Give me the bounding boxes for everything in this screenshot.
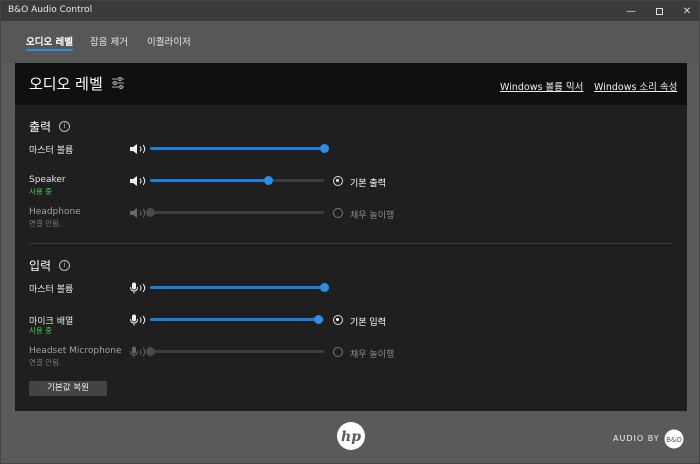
speaker-status: 사용 중 — [29, 187, 53, 196]
window-title: B&O Audio Control — [8, 5, 93, 15]
headphone-radio — [333, 208, 343, 218]
page-title: 오디오 레벨 — [29, 75, 103, 93]
microphone-icon[interactable] — [129, 314, 149, 326]
tab-equalizer[interactable]: 이퀄라이저 — [147, 34, 191, 48]
settings-sliders-icon[interactable] — [111, 76, 125, 90]
svg-text:B&O: B&O — [666, 436, 682, 444]
headset-mic-radio — [333, 347, 343, 357]
slider-thumb[interactable] — [319, 144, 329, 153]
reset-defaults-button[interactable]: 기본값 복원 — [29, 381, 107, 396]
slider-thumb — [145, 208, 155, 217]
tab-bar: 오디오 레벨 잡음 제거 이퀄라이저 — [1, 21, 699, 63]
mic-array-slider[interactable] — [150, 315, 324, 324]
close-button[interactable]: ✕ — [673, 1, 700, 21]
slider-fill — [150, 147, 324, 150]
speaker-volume-icon[interactable] — [129, 143, 149, 155]
headset-mic-label: Headset Microphone — [29, 346, 122, 356]
tab-noise-removal[interactable]: 잡음 제거 — [90, 34, 128, 48]
audio-by-label: AUDIO BY — [613, 434, 660, 443]
bang-olufsen-logo: B&O — [664, 429, 684, 449]
headphone-radio-label: 채우 놀이행 — [350, 211, 395, 221]
input-master-slider[interactable] — [150, 283, 329, 292]
default-input-label: 기본 입력 — [350, 318, 386, 328]
headset-mic-status: 연결 안됨. — [29, 358, 62, 367]
tab-audio-level[interactable]: 오디오 레벨 — [26, 34, 74, 51]
app-window: B&O Audio Control — ✕ 오디오 레벨 잡음 제거 이퀄라이저… — [0, 0, 700, 464]
headphone-label: Headphone — [29, 207, 81, 217]
slider-thumb[interactable] — [319, 283, 329, 292]
microphone-icon[interactable] — [129, 282, 149, 294]
output-master-slider[interactable] — [150, 144, 329, 153]
slider-fill — [150, 286, 324, 289]
sound-properties-link[interactable]: Windows 소리 속성 — [594, 79, 677, 93]
hp-logo: hp — [337, 422, 365, 450]
headphone-slider — [145, 208, 324, 217]
input-section-title: 입력 — [29, 259, 52, 273]
default-output-radio[interactable] — [333, 176, 343, 186]
headset-mic-slider — [145, 347, 324, 356]
slider-thumb[interactable] — [314, 315, 324, 324]
section-divider — [29, 243, 673, 244]
slider-fill — [150, 318, 319, 321]
slider-thumb[interactable] — [263, 176, 273, 185]
headphone-status: 연결 안됨. — [29, 219, 62, 228]
svg-text:hp: hp — [341, 429, 361, 445]
speaker-slider[interactable] — [150, 176, 324, 185]
audio-level-panel: 오디오 레벨 Windows 볼륨 믹서 Windows 소리 속성 출력 i … — [15, 63, 687, 411]
minimize-icon: — — [626, 5, 636, 17]
default-input-radio[interactable] — [333, 315, 343, 325]
volume-mixer-link[interactable]: Windows 볼륨 믹서 — [500, 79, 583, 93]
output-info-icon[interactable]: i — [59, 121, 70, 132]
close-icon: ✕ — [682, 5, 692, 17]
slider-thumb — [145, 347, 155, 356]
headset-mic-radio-label: 채우 놀이행 — [350, 350, 395, 360]
speaker-label: Speaker — [29, 175, 66, 185]
minimize-button[interactable]: — — [617, 1, 645, 21]
slider-fill — [150, 179, 269, 182]
mic-array-status: 사용 중 — [29, 326, 53, 335]
title-bar[interactable]: B&O Audio Control — ✕ — [1, 1, 699, 21]
maximize-icon — [655, 7, 663, 15]
output-section-title: 출력 — [29, 120, 52, 134]
input-info-icon[interactable]: i — [59, 260, 70, 271]
input-master-label: 마스터 볼륨 — [29, 285, 74, 295]
default-output-label: 기본 출력 — [350, 179, 386, 189]
panel-header: 오디오 레벨 Windows 볼륨 믹서 Windows 소리 속성 — [15, 63, 687, 105]
output-master-label: 마스터 볼륨 — [29, 146, 74, 156]
maximize-button[interactable] — [645, 1, 673, 21]
speaker-volume-icon[interactable] — [129, 175, 149, 187]
